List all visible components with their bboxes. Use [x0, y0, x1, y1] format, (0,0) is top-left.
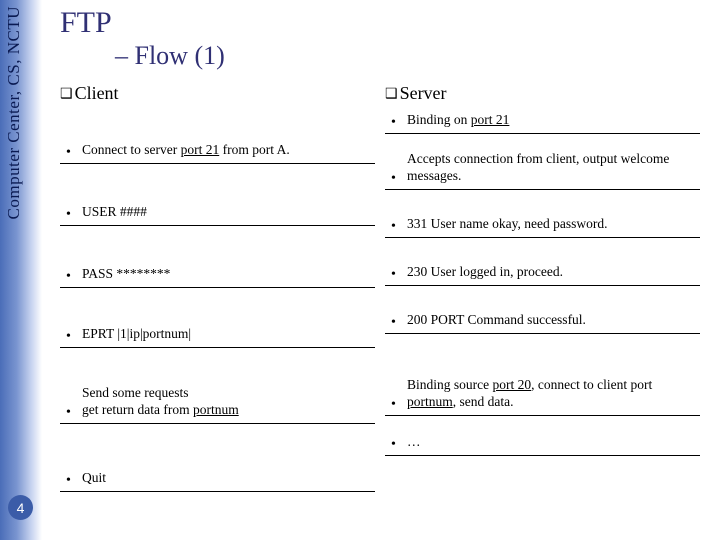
client-heading: Client — [60, 83, 375, 104]
server-item: 331 User name okay, need password. — [385, 190, 700, 238]
client-item: PASS ******** — [60, 226, 375, 288]
client-item: Connect to server port 21 from port A. — [60, 110, 375, 164]
server-item: 200 PORT Command successful. — [385, 286, 700, 334]
server-item: Binding source port 20, connect to clien… — [385, 334, 700, 416]
server-item: Binding on port 21 — [385, 110, 700, 134]
server-heading: Server — [385, 83, 700, 104]
client-item: USER #### — [60, 164, 375, 226]
slide-subtitle: – Flow (1) — [115, 41, 710, 71]
server-item: … — [385, 416, 700, 456]
columns: Client Connect to server port 21 from po… — [60, 83, 710, 492]
org-label: Computer Center, CS, NCTU — [4, 6, 24, 219]
page-number-badge: 4 — [8, 495, 33, 520]
client-item: EPRT |1|ip|portnum| — [60, 288, 375, 348]
server-item: Accepts connection from client, output w… — [385, 134, 700, 190]
server-column: Server Binding on port 21Accepts connect… — [385, 83, 710, 492]
sidebar-gradient: Computer Center, CS, NCTU 4 — [0, 0, 42, 540]
slide-title: FTP — [60, 6, 710, 39]
server-item: 230 User logged in, proceed. — [385, 238, 700, 286]
client-item: Send some requestsget return data from p… — [60, 348, 375, 424]
slide-content: FTP – Flow (1) Client Connect to server … — [60, 6, 710, 492]
server-list: Binding on port 21Accepts connection fro… — [385, 110, 700, 456]
client-item: Quit — [60, 424, 375, 492]
client-list: Connect to server port 21 from port A.US… — [60, 110, 375, 492]
client-column: Client Connect to server port 21 from po… — [60, 83, 385, 492]
